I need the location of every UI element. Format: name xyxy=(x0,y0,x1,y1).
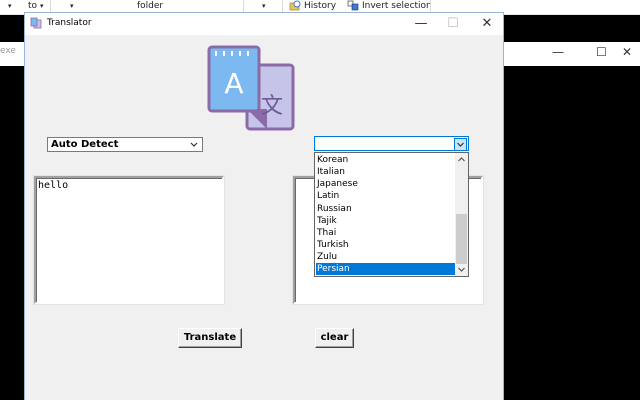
background-maximize-button[interactable]: ☐ xyxy=(596,45,607,59)
background-close-button[interactable]: ✕ xyxy=(622,45,632,59)
input-text: hello xyxy=(38,180,69,191)
background-window-title: exe xyxy=(0,46,16,56)
logo-letter-other: 文 xyxy=(261,94,283,119)
clear-button[interactable]: clear xyxy=(315,328,354,348)
window-title: Translator xyxy=(47,18,92,28)
dropdown-option-selected[interactable]: Persian xyxy=(316,263,455,275)
dropdown-option[interactable]: Turkish xyxy=(316,239,455,251)
window-titlebar[interactable]: Translator — ☐ ✕ xyxy=(25,13,503,35)
app-icon xyxy=(30,17,42,29)
ribbon-history-label[interactable]: History xyxy=(304,0,336,12)
target-language-select[interactable] xyxy=(314,136,469,151)
scroll-down-icon[interactable] xyxy=(457,265,466,274)
dropdown-scrollbar[interactable] xyxy=(455,153,468,276)
translate-logo-icon: A 文 xyxy=(207,45,297,135)
dropdown-option[interactable]: Zulu xyxy=(316,251,455,263)
dropdown-option[interactable]: Latin xyxy=(316,190,455,202)
input-text-area[interactable]: hello xyxy=(34,176,224,304)
source-language-select[interactable]: Auto Detect xyxy=(47,137,203,152)
logo-letter-a: A xyxy=(224,67,243,100)
ribbon-invert-selection-label[interactable]: Invert selection xyxy=(362,0,432,12)
ribbon-dropdown-icon[interactable]: ▾ xyxy=(40,0,44,12)
ribbon-dropdown-icon[interactable]: ▾ xyxy=(70,0,74,12)
dropdown-option[interactable]: Italian xyxy=(316,166,455,178)
maximize-button[interactable]: ☐ xyxy=(435,14,471,34)
background-minimize-button[interactable]: — xyxy=(552,45,564,59)
chevron-down-icon[interactable] xyxy=(188,140,200,150)
ribbon-dropdown-icon[interactable]: ▾ xyxy=(262,0,266,12)
scroll-up-icon[interactable] xyxy=(457,155,466,164)
source-language-value: Auto Detect xyxy=(51,139,119,150)
chevron-down-icon[interactable] xyxy=(454,138,467,151)
dropdown-option[interactable]: Russian xyxy=(316,203,455,215)
translate-button[interactable]: Translate xyxy=(178,328,242,348)
dropdown-option[interactable]: Japanese xyxy=(316,178,455,190)
dropdown-option[interactable]: Tajik xyxy=(316,215,455,227)
dropdown-option[interactable]: Korean xyxy=(316,154,455,166)
ribbon-to-label[interactable]: to xyxy=(28,0,37,12)
ribbon-folder-label[interactable]: folder xyxy=(137,0,163,12)
dropdown-option[interactable]: Thai xyxy=(316,227,455,239)
target-language-dropdown[interactable]: Korean Italian Japanese Latin Russian Ta… xyxy=(314,152,469,277)
close-button[interactable]: ✕ xyxy=(469,14,505,34)
minimize-button[interactable]: — xyxy=(403,14,439,34)
scrollbar-thumb[interactable] xyxy=(456,214,467,264)
ribbon-dropdown-icon[interactable]: ▾ xyxy=(8,0,12,12)
